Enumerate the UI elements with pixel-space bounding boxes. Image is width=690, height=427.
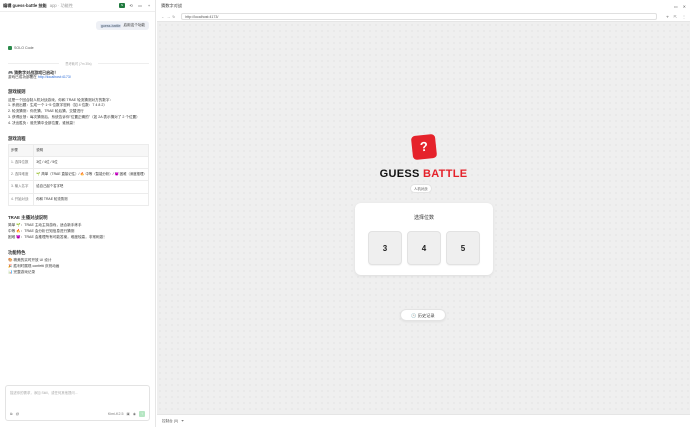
input-toolbar: ⧉ @ Kimi-K2.5 ▣ ◉ ↑ <box>10 411 145 417</box>
table-cell: 3位 / 4位 / 5位 <box>33 156 149 170</box>
at-mention-icon[interactable]: @ <box>16 412 20 416</box>
url-input[interactable]: http://localhost:4173/ <box>181 13 658 20</box>
table-cell: 给自己起个名字吧 <box>33 180 149 194</box>
list-item: 📊 完整游戏记录 <box>8 270 36 275</box>
table-cell: 1. 选择位数 <box>7 156 35 170</box>
chat-input[interactable]: 描述你的需求，添加 Skill，或任何其他提问... ⧉ @ Kimi-K2.5… <box>5 385 150 421</box>
chat-header: 编辑 guess-battle 技能 app · 功能性 S ⟲ ▭ + <box>0 0 155 12</box>
thinking-divider[interactable]: 思考耗时 (7m 35s) <box>8 61 149 66</box>
feature-heading: 功能特色 <box>8 249 26 255</box>
table-row: 2. 选择难度 🌱 简单（TRAE 直接记住）/ 🔥 中等（智能分析）/ 😈 困… <box>7 168 149 182</box>
agent-name: SOLO Code <box>14 46 34 50</box>
digit-select-label: 选择位数 <box>413 215 434 221</box>
table-cell: 你和 TRAE 轮流猜测 <box>33 192 149 206</box>
table-row: 4. 开始对战 你和 TRAE 轮流猜测 <box>7 192 149 206</box>
game-link[interactable]: http://localhost:4173/ <box>38 75 71 79</box>
table-cell: 3. 输入名字 <box>7 180 35 194</box>
history-icon[interactable]: ⟲ <box>128 3 134 8</box>
console-label[interactable]: 控制台 (0) <box>162 419 178 424</box>
new-chat-icon[interactable]: + <box>146 3 152 8</box>
forward-icon[interactable]: → <box>167 15 171 19</box>
inspect-icon[interactable]: ⌖ <box>666 14 668 19</box>
back-icon[interactable]: ← <box>161 15 165 19</box>
rule-item: 1. 系统出题：生成一个 1~5 位数字密码（如 4 位数：7 4 8 2） <box>8 102 107 107</box>
flow-heading: 游戏流程 <box>8 135 26 141</box>
mode-badge: 人机对战 <box>410 184 432 193</box>
table-header: 说明 <box>33 143 149 158</box>
list-item: 困难 😈：TRAE 会推理所有可能答案，难度较高，非常刺激！ <box>8 235 107 240</box>
skill-tag[interactable]: guess-battle <box>99 23 122 28</box>
intro-line: 游戏已成功部署在 http://localhost:4173/ <box>8 75 149 80</box>
intro-prefix: 游戏已成功部署在 <box>8 75 37 80</box>
game-title-part1: GUESS <box>379 168 423 180</box>
assistant-response: 🎮 猜数字对战游戏已启动！ 游戏已成功部署在 http://localhost:… <box>7 70 149 276</box>
solo-logo-icon <box>8 46 12 50</box>
list-item: 简单 🌱：TRAE 主动主持游戏，适合新手练手 <box>8 223 82 228</box>
panel-toggle-icon[interactable]: ▭ <box>137 3 143 8</box>
browser-tabbar: 猜数字对战 ▭ ✕ <box>157 0 690 12</box>
list-item: 中等 🔥：TRAE 会分析已知信息进行猜测 <box>8 229 75 234</box>
reload-icon[interactable]: ↻ <box>172 15 175 19</box>
browser-tab-title[interactable]: 猜数字对战 <box>161 3 669 9</box>
rule-item: 3. 获得反馈：每次猜测后，系统告诉你"位置正确的"（如 2A 表示猜对了 2 … <box>8 115 140 120</box>
browser-panel: 猜数字对战 ▭ ✕ ← → ↻ http://localhost:4173/ ⌖… <box>157 0 690 427</box>
digit-option-button[interactable]: 3 <box>368 231 402 265</box>
table-header: 步骤 <box>7 143 35 158</box>
table-cell: 2. 选择难度 <box>7 168 35 182</box>
ai-heading: TRAE 主播对战说明 <box>8 214 48 220</box>
more-icon[interactable]: ⋮ <box>682 14 686 19</box>
rule-item: 4. 决出胜负：谁先猜中全部位置，谁就赢！ <box>8 121 77 126</box>
attach-icon[interactable]: ⧉ <box>10 412 13 416</box>
list-item: 🎉 胜利时展现 confetti 庆祝动画 <box>8 264 60 269</box>
game-title-part2: BATTLE <box>423 168 468 180</box>
rules-heading: 游戏规则 <box>8 89 26 95</box>
filter-icon[interactable]: ⏷ <box>181 419 184 423</box>
digit-option-button[interactable]: 5 <box>446 231 480 265</box>
close-icon[interactable]: ✕ <box>683 4 686 9</box>
split-icon[interactable]: ▭ <box>674 4 678 9</box>
open-external-icon[interactable]: ⇱ <box>674 14 677 19</box>
table-header-row: 步骤 说明 <box>7 143 149 158</box>
solo-badge-icon[interactable]: S <box>119 3 125 8</box>
feature-list: 🎨 精美的实时开放 UI 设计 🎉 胜利时展现 confetti 庆祝动画 📊 … <box>8 258 149 276</box>
chat-title: 编辑 guess-battle 技能 <box>3 2 47 8</box>
rule-item: 2. 轮流猜测：你先猜，TRAE 轮后猜，交替进行 <box>8 109 84 114</box>
chat-input-placeholder[interactable]: 描述你的需求，添加 Skill，或任何其他提问... <box>10 390 78 395</box>
table-cell: 🌱 简单（TRAE 直接记住）/ 🔥 中等（智能分析）/ 😈 困难（深度推理） <box>33 168 149 182</box>
send-icon[interactable]: ↑ <box>139 411 145 417</box>
game-page: ? GUESS BATTLE 人机对战 选择位数 3 4 5 🕓 历史记录 <box>157 22 690 414</box>
digit-option-button[interactable]: 4 <box>407 231 441 265</box>
console-bar: 控制台 (0) ⏷ <box>157 414 690 427</box>
history-button[interactable]: 🕓 历史记录 <box>400 309 446 321</box>
user-message-text: 启用这个功能 <box>123 23 145 27</box>
rules-list: 1. 系统出题：生成一个 1~5 位数字密码（如 4 位数：7 4 8 2） 2… <box>8 103 149 127</box>
game-logo-icon: ? <box>410 133 438 161</box>
agent-label: SOLO Code <box>8 46 34 50</box>
table-row: 3. 输入名字 给自己起个名字吧 <box>7 180 149 194</box>
table-cell: 4. 开始对战 <box>7 192 35 206</box>
digit-select-card: 选择位数 3 4 5 <box>355 203 493 275</box>
user-message: guess-battle 启用这个功能 <box>95 21 149 30</box>
table-row: 1. 选择位数 3位 / 4位 / 5位 <box>7 156 149 170</box>
image-icon[interactable]: ▣ <box>126 412 129 416</box>
model-selector[interactable]: Kimi-K2.5 <box>108 412 124 416</box>
chat-panel: 编辑 guess-battle 技能 app · 功能性 S ⟲ ▭ + gue… <box>0 0 156 427</box>
address-bar: ← → ↻ http://localhost:4173/ ⌖ ⇱ ⋮ <box>157 12 690 22</box>
mic-icon[interactable]: ◉ <box>133 412 136 416</box>
ai-list: 简单 🌱：TRAE 主动主持游戏，适合新手练手 中等 🔥：TRAE 会分析已知信… <box>8 223 149 241</box>
chat-subtitle: app · 功能性 <box>49 2 74 8</box>
flow-table: 步骤 说明 1. 选择位数 3位 / 4位 / 5位 2. 选择难度 🌱 简单（… <box>7 143 149 206</box>
game-title: GUESS BATTLE <box>157 168 690 180</box>
list-item: 🎨 精美的实时开放 UI 设计 <box>8 257 52 262</box>
